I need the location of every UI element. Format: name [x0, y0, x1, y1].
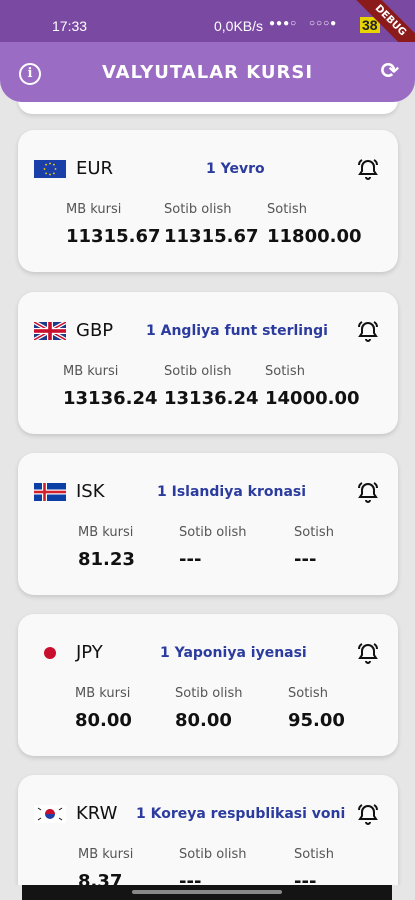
- sell-rate-label: Sotish: [288, 686, 328, 701]
- buy-rate-value: 11315.67: [164, 226, 259, 247]
- refresh-icon[interactable]: ⟳: [381, 61, 399, 83]
- is-flag-icon: [34, 483, 66, 501]
- currency-code: ISK: [76, 481, 105, 502]
- mb-rate-label: MB kursi: [66, 202, 122, 217]
- mb-rate-value: 8.37: [78, 871, 123, 885]
- mb-rate-label: MB kursi: [63, 364, 119, 379]
- currency-card-gbp[interactable]: GBP 1 Angliya funt sterlingi MB kursi Sotib…: [18, 292, 398, 434]
- currency-code: JPY: [76, 642, 103, 663]
- sell-rate-label: Sotish: [265, 364, 305, 379]
- buy-rate-label: Sotib olish: [175, 686, 243, 701]
- buy-rate-label: Sotib olish: [179, 847, 247, 862]
- jp-flag-icon: [34, 644, 66, 662]
- currency-name: 1 Koreya respublikasi voni: [136, 806, 346, 822]
- gb-flag-icon: [34, 322, 66, 340]
- currency-name: 1 Angliya funt sterlingi: [146, 323, 328, 339]
- mb-rate-value: 80.00: [75, 710, 132, 731]
- buy-rate-value: 13136.24: [164, 388, 259, 409]
- sell-rate-value: ---: [294, 871, 317, 885]
- sell-rate-label: Sotish: [294, 847, 334, 862]
- sell-rate-value: 11800.00: [267, 226, 362, 247]
- wifi-icon: ○○○●: [309, 18, 338, 29]
- app-bar: i VALYUTALAR KURSI ⟳: [0, 42, 415, 102]
- currency-code: EUR: [76, 158, 114, 179]
- currency-name: 1 Yaponiya iyenasi: [160, 645, 307, 661]
- mb-rate-value: 11315.67: [66, 226, 161, 247]
- eu-flag-icon: [34, 160, 66, 178]
- mb-rate-label: MB kursi: [78, 525, 134, 540]
- status-bar: 17:33 0,0KB/s ●●●○ ○○○● 38 DEBUG: [0, 0, 415, 67]
- currency-code: GBP: [76, 320, 114, 341]
- bell-icon[interactable]: [356, 802, 380, 826]
- currency-code: KRW: [76, 803, 118, 824]
- sell-rate-label: Sotish: [294, 525, 334, 540]
- currency-card-partial: [18, 102, 398, 114]
- currency-card-jpy[interactable]: JPY 1 Yaponiya iyenasi MB kursi Sotib olish…: [18, 614, 398, 756]
- mb-rate-label: MB kursi: [75, 686, 131, 701]
- page-title: VALYUTALAR KURSI: [101, 62, 314, 83]
- buy-rate-value: ---: [179, 871, 202, 885]
- bell-icon[interactable]: [356, 157, 380, 181]
- buy-rate-label: Sotib olish: [164, 202, 232, 217]
- bell-icon[interactable]: [356, 641, 380, 665]
- navigation-bar: [22, 885, 392, 900]
- bell-icon[interactable]: [356, 480, 380, 504]
- sell-rate-label: Sotish: [267, 202, 307, 217]
- sell-rate-value: 14000.00: [265, 388, 360, 409]
- kr-flag-icon: [34, 805, 66, 823]
- buy-rate-value: 80.00: [175, 710, 232, 731]
- currency-name: 1 Yevro: [206, 161, 265, 177]
- buy-rate-label: Sotib olish: [164, 364, 232, 379]
- currency-list[interactable]: EUR 1 Yevro MB kursi Sotib olish Sotish 11315…: [0, 102, 415, 885]
- currency-card-eur[interactable]: EUR 1 Yevro MB kursi Sotib olish Sotish 11315…: [18, 130, 398, 272]
- sell-rate-value: 95.00: [288, 710, 345, 731]
- currency-card-krw[interactable]: KRW 1 Koreya respublikasi voni MB kursi Sot…: [18, 775, 398, 885]
- currency-name: 1 Islandiya kronasi: [157, 484, 307, 500]
- bell-icon[interactable]: [356, 319, 380, 343]
- mb-rate-value: 81.23: [78, 549, 135, 570]
- status-network-speed: 0,0KB/s: [214, 18, 264, 34]
- mb-rate-label: MB kursi: [78, 847, 134, 862]
- signal-icon: ●●●○: [269, 18, 298, 29]
- buy-rate-value: ---: [179, 549, 202, 570]
- status-time: 17:33: [52, 18, 88, 34]
- sell-rate-value: ---: [294, 549, 317, 570]
- buy-rate-label: Sotib olish: [179, 525, 247, 540]
- currency-card-isk[interactable]: ISK 1 Islandiya kronasi MB kursi Sotib olis…: [18, 453, 398, 595]
- home-indicator[interactable]: [132, 890, 282, 894]
- mb-rate-value: 13136.24: [63, 388, 158, 409]
